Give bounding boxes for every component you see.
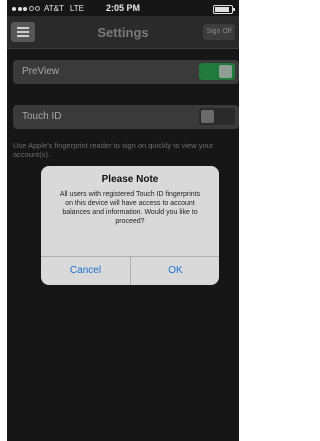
touch-id-toggle[interactable]: [199, 108, 235, 125]
alert-title: Please Note: [101, 174, 159, 185]
status-bar: AT&T LTE 2:05 PM: [7, 0, 239, 16]
phone-screen: AT&T LTE 2:05 PM Settings Sign Off PreVi…: [7, 0, 239, 441]
please-note-alert: Please Note All users with registered To…: [41, 166, 219, 285]
preview-setting-row: PreView: [13, 60, 239, 84]
touch-id-setting-row: Touch ID: [13, 105, 239, 129]
nav-bar: Settings Sign Off: [7, 16, 239, 49]
cancel-button[interactable]: Cancel: [41, 257, 130, 285]
preview-toggle[interactable]: [199, 63, 235, 80]
alert-message: All users with registered Touch ID finge…: [59, 191, 201, 225]
touch-id-label: Touch ID: [22, 111, 62, 122]
preview-label: PreView: [22, 66, 60, 77]
sign-off-button[interactable]: Sign Off: [203, 24, 235, 40]
toggle-knob: [201, 110, 214, 123]
touch-id-help-text: Use Apple's fingerprint reader to sign o…: [13, 141, 214, 159]
ok-button[interactable]: OK: [131, 257, 219, 285]
status-time: 2:05 PM: [105, 3, 140, 13]
battery-icon: [213, 5, 235, 14]
toggle-knob: [219, 65, 232, 78]
